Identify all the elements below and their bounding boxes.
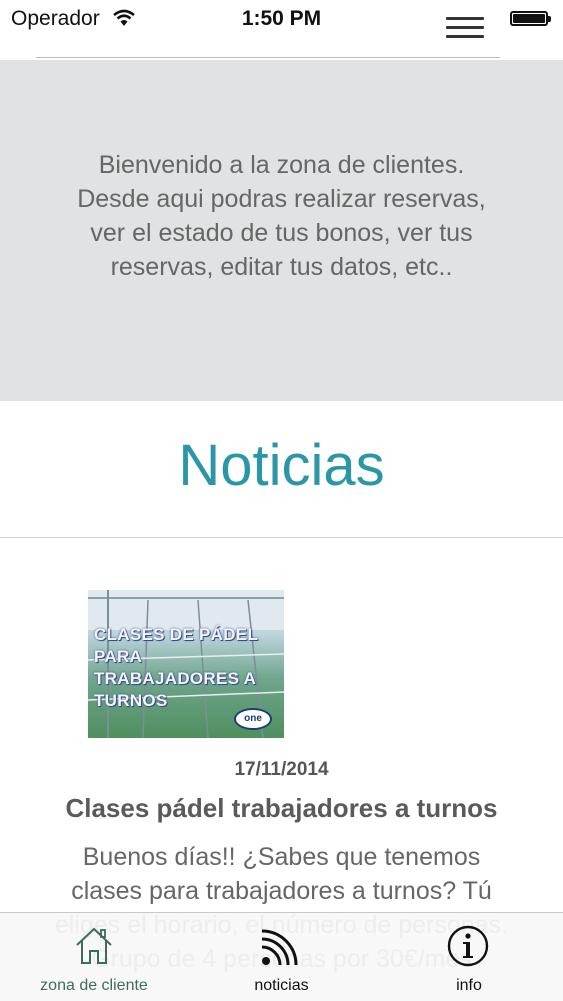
news-item-headline[interactable]: Clases pádel trabajadores a turnos — [0, 793, 563, 824]
news-item-image[interactable]: CLASES DE PÁDEL PARA TRABAJADORES A TURN… — [88, 590, 284, 738]
header-divider — [36, 57, 500, 58]
tab-label: noticias — [254, 977, 309, 994]
home-icon — [76, 927, 112, 964]
club-logo: one — [234, 708, 272, 730]
welcome-text: Bienvenido a la zona de clientes. Desde … — [77, 151, 486, 281]
news-image-caption: CLASES DE PÁDEL PARA TRABAJADORES A TURN… — [94, 625, 258, 710]
hamburger-menu-icon[interactable] — [446, 17, 484, 39]
bottom-tab-bar: zona de cliente noticias info — [0, 912, 563, 1001]
status-bar: Operador 1:50 PM — [0, 0, 563, 38]
info-icon — [447, 925, 489, 967]
news-item-date: 17/11/2014 — [234, 759, 329, 780]
tab-noticias[interactable]: noticias — [188, 913, 375, 1001]
tab-info[interactable]: info — [375, 913, 563, 1001]
tab-label: zona de cliente — [40, 977, 148, 994]
news-section-title: Noticias — [178, 433, 385, 498]
rss-feed-icon — [261, 929, 298, 966]
tab-zona-de-cliente[interactable]: zona de cliente — [0, 913, 188, 1001]
tab-label: info — [456, 977, 482, 994]
news-divider — [0, 537, 563, 538]
welcome-banner: Bienvenido a la zona de clientes. Desde … — [0, 60, 563, 401]
battery-icon — [510, 11, 551, 26]
